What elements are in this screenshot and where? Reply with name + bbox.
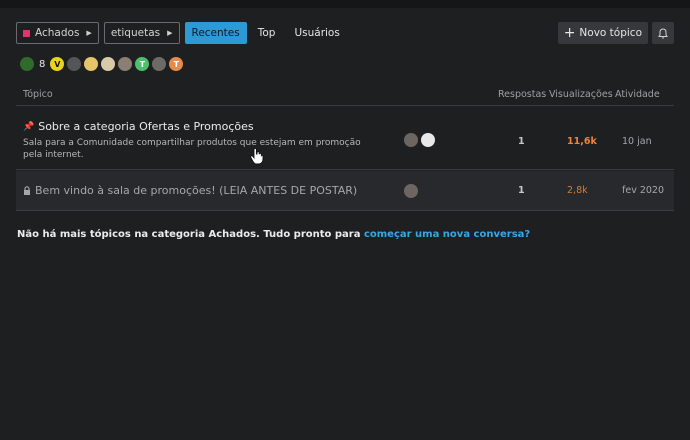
avatar[interactable]: [67, 57, 82, 71]
topic-title-text[interactable]: Bem vindo à sala de promoções! (LEIA ANT…: [35, 184, 357, 197]
online-indicator: [20, 57, 34, 71]
topic-title[interactable]: 📌 Sobre a categoria Ofertas e Promoções: [23, 120, 254, 133]
posters: [404, 133, 438, 147]
avatar[interactable]: T: [169, 57, 184, 71]
avatar[interactable]: [404, 133, 418, 147]
online-count: 8: [39, 58, 46, 70]
activity-date[interactable]: fev 2020: [622, 185, 664, 196]
online-users: 8 V T T: [20, 57, 186, 71]
avatar[interactable]: [421, 133, 435, 147]
new-topic-button[interactable]: + Novo tópico: [557, 22, 648, 44]
hand-cursor-icon: [250, 147, 264, 165]
topic-title-text[interactable]: Sobre a categoria Ofertas e Promoções: [38, 120, 253, 133]
avatar[interactable]: [404, 184, 418, 198]
category-color-badge: [23, 29, 30, 37]
table-row[interactable]: Bem vindo à sala de promoções! (LEIA ANT…: [16, 171, 674, 211]
tab-usuarios[interactable]: Usuários: [286, 22, 347, 44]
topic-title[interactable]: Bem vindo à sala de promoções! (LEIA ANT…: [23, 184, 357, 197]
table-row[interactable]: 📌 Sobre a categoria Ofertas e Promoções …: [16, 110, 674, 170]
avatar[interactable]: T: [135, 57, 150, 71]
new-topic-label: Novo tópico: [579, 27, 642, 39]
posters: [404, 184, 421, 198]
pin-icon: 📌: [23, 121, 35, 132]
navigation-bar: Achados ▶ etiquetas ▶ Recentes Top Usuár…: [16, 22, 674, 44]
avatar[interactable]: [118, 57, 133, 71]
column-activity[interactable]: Atividade: [615, 89, 660, 100]
caret-right-icon: ▶: [167, 29, 173, 37]
column-topic[interactable]: Tópico: [23, 89, 53, 100]
footer-text: Não há mais tópicos na categoria Achados…: [17, 229, 364, 240]
reply-count[interactable]: 1: [518, 136, 525, 147]
view-count: 11,6k: [567, 136, 597, 147]
tab-recentes[interactable]: Recentes: [184, 22, 247, 44]
column-replies[interactable]: Respostas: [498, 89, 546, 100]
tab-top[interactable]: Top: [250, 22, 284, 44]
column-views[interactable]: Visualizações: [549, 89, 613, 100]
topic-excerpt: Sala para a Comunidade compartilhar prod…: [23, 138, 361, 160]
plus-icon: +: [563, 25, 576, 41]
category-dropdown[interactable]: Achados ▶: [16, 22, 99, 44]
tags-label: etiquetas: [110, 27, 161, 39]
avatar[interactable]: V: [50, 57, 65, 71]
caret-right-icon: ▶: [86, 29, 92, 37]
avatar[interactable]: [84, 57, 99, 71]
notification-button[interactable]: [652, 22, 674, 44]
top-strip: [0, 0, 690, 8]
new-conversation-link[interactable]: começar uma nova conversa?: [364, 229, 530, 240]
avatar[interactable]: [152, 57, 167, 71]
topic-list-header: Tópico Respostas Visualizações Atividade: [16, 84, 674, 106]
avatar[interactable]: [101, 57, 116, 71]
lock-icon: [24, 186, 30, 195]
activity-date[interactable]: 10 jan: [622, 136, 652, 147]
footer-message: Não há mais tópicos na categoria Achados…: [17, 229, 530, 240]
category-label: Achados: [35, 27, 80, 39]
reply-count[interactable]: 1: [518, 185, 525, 196]
view-count: 2,8k: [567, 185, 588, 196]
tags-dropdown[interactable]: etiquetas ▶: [103, 22, 180, 44]
bell-icon: [658, 27, 668, 39]
